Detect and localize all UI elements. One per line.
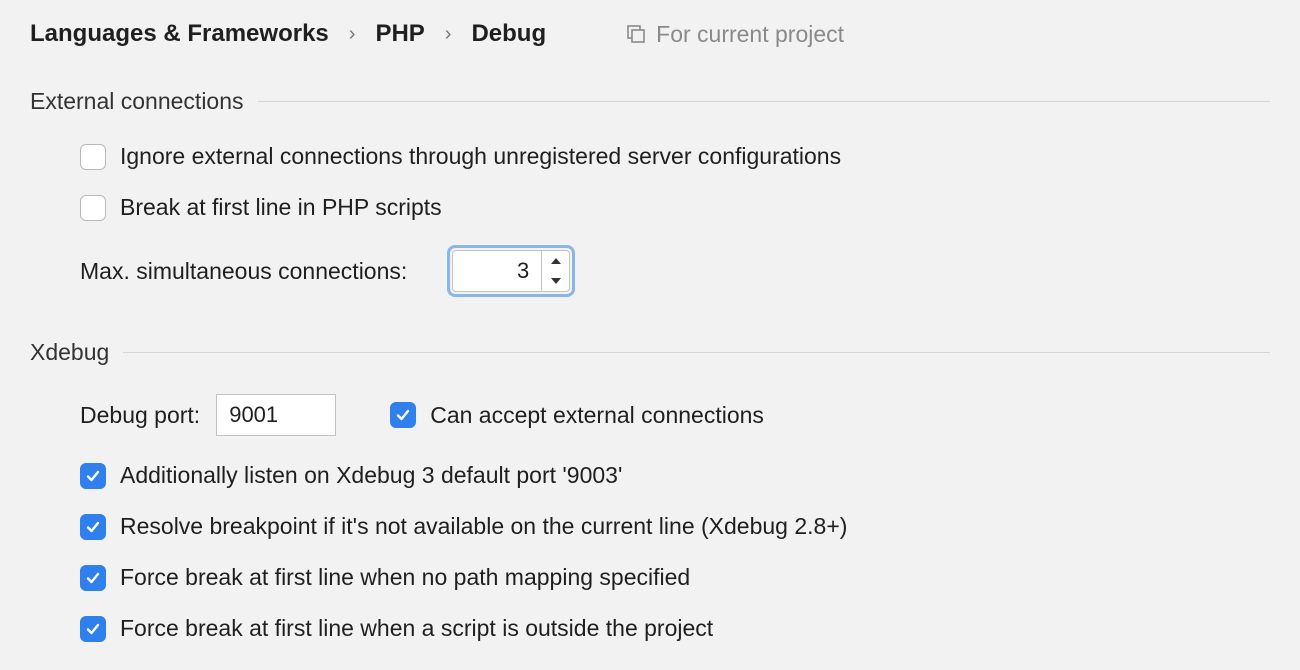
section-title-xdebug: Xdebug [30,339,109,366]
breadcrumb: Languages & Frameworks › PHP › Debug [30,20,546,48]
label-force-break-outside: Force break at first line when a script … [120,615,713,642]
debug-port-input[interactable]: 9001 [216,394,336,436]
label-accept-external: Can accept external connections [430,402,764,429]
checkbox-force-break-outside[interactable] [80,616,106,642]
label-debug-port: Debug port: [80,402,200,429]
max-connections-value[interactable]: 3 [453,251,541,291]
checkbox-break-first-line[interactable] [80,195,106,221]
max-connections-stepper[interactable]: 3 [447,245,575,297]
section-external-connections: External connections Ignore external con… [30,88,1270,297]
project-scope-icon [626,24,646,44]
label-listen-default-port: Additionally listen on Xdebug 3 default … [120,462,622,489]
breadcrumb-item-languages[interactable]: Languages & Frameworks [30,20,329,48]
breadcrumb-item-php[interactable]: PHP [375,20,424,48]
section-xdebug: Xdebug Debug port: 9001 Can accept exter… [30,339,1270,642]
label-break-first-line: Break at first line in PHP scripts [120,194,442,221]
stepper-down-icon[interactable] [542,271,569,291]
chevron-right-icon: › [445,23,452,46]
stepper-up-icon[interactable] [542,251,569,271]
checkbox-accept-external[interactable] [390,402,416,428]
checkbox-force-break-no-mapping[interactable] [80,565,106,591]
section-divider [123,352,1270,353]
section-divider [258,101,1270,102]
checkbox-ignore-external[interactable] [80,144,106,170]
for-current-project-indicator: For current project [626,21,844,48]
section-title-external: External connections [30,88,244,115]
label-force-break-no-mapping: Force break at first line when no path m… [120,564,690,591]
for-current-project-label: For current project [656,21,844,48]
chevron-right-icon: › [349,23,356,46]
breadcrumb-item-debug: Debug [471,20,546,48]
checkbox-resolve-breakpoint[interactable] [80,514,106,540]
settings-header: Languages & Frameworks › PHP › Debug For… [30,20,1270,48]
label-ignore-external: Ignore external connections through unre… [120,143,841,170]
label-max-connections: Max. simultaneous connections: [80,258,407,285]
checkbox-listen-default-port[interactable] [80,463,106,489]
label-resolve-breakpoint: Resolve breakpoint if it's not available… [120,513,847,540]
